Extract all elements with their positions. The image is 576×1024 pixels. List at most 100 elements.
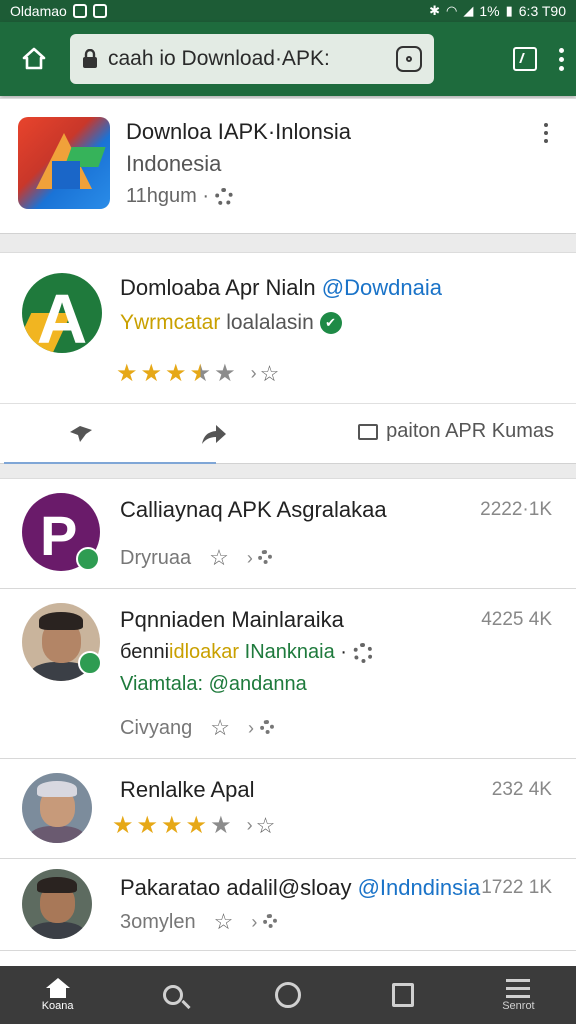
item-title: Calliaynaq APK Asgralakaa <box>120 497 387 522</box>
favorite-star-icon[interactable]: ☆ <box>260 361 280 387</box>
tab-switcher-icon[interactable] <box>396 46 422 72</box>
nav-circle[interactable] <box>230 966 345 1024</box>
item-meta-text: Civyang <box>120 716 193 739</box>
item-meta: Civyang ☆ › <box>120 715 274 741</box>
item-count: 232 4K <box>491 779 552 800</box>
bottom-navigation: Koana Senrot <box>0 966 576 1024</box>
star-icon: ★ <box>140 360 163 387</box>
forward-icon[interactable] <box>198 422 228 448</box>
comment-icon <box>358 423 379 440</box>
item-title: Pqnniaden Mainlaraika <box>120 607 344 632</box>
item-meta-text: 3omylen <box>120 910 196 933</box>
clock: 6:3 T90 <box>518 3 566 19</box>
app-subtitle: Indonesia <box>126 151 222 176</box>
item-meta-text: Dryruaa <box>120 546 192 569</box>
list-item[interactable]: Pqnniaden Mainlaraika 4225 4K беnniidloa… <box>0 589 576 759</box>
line2-a: беnni <box>120 641 170 663</box>
user-avatar <box>22 869 92 939</box>
chevron-right-icon: › <box>251 911 258 932</box>
nav-menu-label: Senrot <box>502 999 535 1012</box>
post-title-text: Domloaba Apr Nialn <box>120 275 322 300</box>
item-title-text: Pakaratao adalil@sloay <box>120 875 358 900</box>
post-subtitle-b: loalalasin <box>226 311 314 334</box>
post-subtitle: Ywrmcatar loalalasin ✔ <box>120 311 342 335</box>
line2-d: · <box>334 641 347 663</box>
half-star-icon: ★ <box>189 360 212 387</box>
battery-percent: 1% <box>479 3 500 19</box>
home-button[interactable] <box>12 37 56 81</box>
list-item[interactable]: Renlalke Apal 232 4K ★ ★ ★ ★ ★ › ☆ <box>0 759 576 859</box>
app-more-button[interactable] <box>536 123 556 147</box>
home-icon <box>45 978 70 998</box>
battery-icon: ▮ <box>505 3 513 18</box>
post-handle[interactable]: @Dowdnaia <box>322 275 442 300</box>
line2-c: INanknaia <box>239 641 335 663</box>
star-icon: ★ <box>165 360 187 387</box>
status-bar: Oldamao ✱ ◠ ◢ 1% ▮ 6:3 T90 <box>0 0 576 22</box>
item-handle[interactable]: @Indndinsia <box>358 875 481 900</box>
share-icon[interactable] <box>513 47 537 71</box>
star-icon: ★ <box>116 360 138 387</box>
favorite-star-icon[interactable]: ☆ <box>214 909 234 935</box>
user-avatar <box>22 773 92 843</box>
list-item[interactable]: Pakaratao adalil@sloay @Indndinsia 1722 … <box>0 859 576 951</box>
item-count: 4225 4K <box>481 609 552 630</box>
globe-icon <box>214 187 233 206</box>
comment-button[interactable]: paiton APR Kumas <box>358 420 554 443</box>
favorite-star-icon[interactable]: ☆ <box>256 813 276 839</box>
browser-toolbar: caah io Download·APK: <box>0 22 576 96</box>
chevron-right-icon: › <box>248 717 254 738</box>
nav-menu[interactable]: Senrot <box>461 966 576 1024</box>
item-line3: Viamtala: @andanna <box>120 673 307 695</box>
results-list: P Calliaynaq APK Asgralakaa 2222·1K Dryr… <box>0 478 576 974</box>
app-card[interactable]: Downloa IAPK·Inlonsia Indonesia 11hgum · <box>0 98 576 234</box>
chevron-right-icon: › <box>246 547 253 568</box>
star-icon: ★ <box>136 812 159 839</box>
lock-icon <box>83 49 97 68</box>
star-icon: ★ <box>161 812 183 839</box>
item-meta: Dryruaa ☆ › <box>120 545 273 571</box>
star-icon: ★ <box>185 812 208 839</box>
circle-icon <box>275 982 301 1008</box>
list-item[interactable]: P Calliaynaq APK Asgralakaa 2222·1K Dryr… <box>0 479 576 589</box>
favorite-star-icon[interactable]: ☆ <box>210 715 230 741</box>
notification-icon <box>72 4 87 18</box>
nav-bookmarks[interactable] <box>346 966 461 1024</box>
more-vert-icon <box>544 123 548 147</box>
wifi-icon: ◠ <box>446 3 458 18</box>
channel-logo-icon: A <box>22 273 102 353</box>
app-logo-icon <box>18 117 110 209</box>
home-outline-icon <box>22 47 46 70</box>
settings-icon[interactable] <box>259 719 274 734</box>
post-action-row: paiton APR Kumas <box>0 403 576 464</box>
app-meta: 11hgum · <box>126 185 233 208</box>
settings-icon[interactable] <box>262 913 277 928</box>
nav-search[interactable] <box>115 966 230 1024</box>
star-icon: ★ <box>112 812 134 839</box>
app-meta-text: 11hgum · <box>126 185 210 207</box>
post-subtitle-a: Ywrmcatar <box>120 311 227 334</box>
nav-home[interactable]: Koana <box>0 966 115 1024</box>
tab-indicator <box>4 462 216 464</box>
post-rating: ★ ★ ★ ★ ★ › ☆ <box>116 359 279 388</box>
bookmark-icon <box>392 983 415 1007</box>
favorite-star-icon[interactable]: ☆ <box>209 545 229 571</box>
update-badge-icon <box>76 547 100 571</box>
update-badge-icon <box>78 651 102 675</box>
overflow-menu-icon[interactable] <box>559 47 564 71</box>
url-bar[interactable]: caah io Download·APK: <box>70 34 434 84</box>
item-title: Pakaratao adalil@sloay @Indndinsia <box>120 875 480 901</box>
app-title: Downloa IAPK·Inlonsia <box>126 119 352 144</box>
reply-icon[interactable] <box>66 422 96 446</box>
signal-icon: ◢ <box>463 3 474 18</box>
settings-icon[interactable] <box>258 549 273 564</box>
star-empty-icon: ★ <box>210 812 232 839</box>
post-card[interactable]: A Domloaba Apr Nialn @Dowdnaia Ywrmcatar… <box>0 252 576 464</box>
item-title: Renlalke Apal <box>120 777 255 802</box>
comment-label: paiton APR Kumas <box>386 420 554 442</box>
notification-icon-2 <box>92 4 107 18</box>
url-text: caah io Download·APK: <box>108 47 330 70</box>
item-rating: ★ ★ ★ ★ ★ › ☆ <box>112 811 275 840</box>
chevron-right-icon: › <box>246 815 253 835</box>
verified-icon: ✔ <box>319 312 342 335</box>
